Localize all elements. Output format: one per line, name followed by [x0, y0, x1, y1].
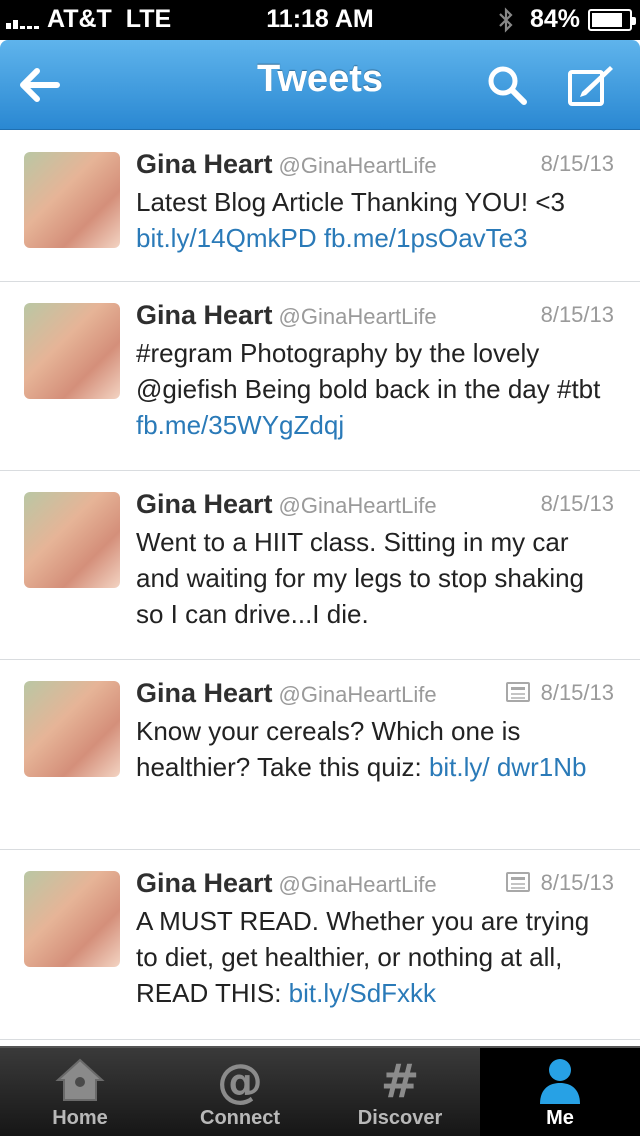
tweet-link[interactable]: bit.ly/ dwr1Nb [429, 752, 587, 782]
summary-card-icon [506, 872, 530, 892]
avatar[interactable] [24, 303, 120, 399]
status-right: 84% [496, 5, 636, 34]
battery-icon [588, 8, 636, 31]
tweet-body: Latest Blog Article Thanking YOU! <3 [136, 187, 566, 217]
tab-bar: Home @ Connect # Discover Me [0, 1046, 640, 1136]
hashtag-icon: # [380, 1054, 420, 1108]
tweet-text: A MUST READ. Whether you are trying to d… [136, 903, 618, 1011]
tweet-link[interactable]: bit.ly/14QmkPD fb.me/1psOavTe3 [136, 223, 528, 253]
tab-discover[interactable]: # Discover [320, 1048, 480, 1136]
battery-percent: 84% [529, 5, 580, 33]
tab-home[interactable]: Home [0, 1048, 160, 1136]
tab-discover-label: Discover [357, 1107, 443, 1129]
avatar[interactable] [24, 681, 120, 777]
tweet-author-name: Gina Heart [136, 678, 273, 708]
tweet-author-handle: @GinaHeartLife [278, 493, 437, 518]
battery-fill [592, 12, 623, 27]
tweet-header: Gina Heart @GinaHeartLife 8/15/13 [136, 678, 614, 710]
tweet-link[interactable]: bit.ly/SdFxkk [289, 978, 436, 1008]
tweet-author-name: Gina Heart [136, 489, 273, 519]
avatar[interactable] [24, 152, 120, 248]
tweet-row[interactable]: Gina Heart @GinaHeartLife 8/15/13 A MUST … [0, 850, 640, 1040]
compose-button[interactable] [566, 60, 616, 110]
tweet-header: Gina Heart @GinaHeartLife 8/15/13 [136, 868, 614, 900]
tweet-body: Went to a HIIT class. Sitting in my car … [136, 527, 585, 629]
tweet-body: #regram Photography by the lovely @giefi… [136, 338, 601, 404]
bluetooth-icon [499, 6, 513, 33]
tweet-row[interactable]: Gina Heart @GinaHeartLife 8/15/13 #regram… [0, 282, 640, 471]
tweet-row[interactable]: Gina Heart @GinaHeartLife 8/15/13 Latest … [0, 131, 640, 282]
tweet-text: Latest Blog Article Thanking YOU! <3 bit… [136, 184, 618, 256]
tweet-date: 8/15/13 [540, 870, 614, 895]
at-sign-icon: @ [217, 1054, 263, 1108]
tweet-author-handle: @GinaHeartLife [278, 153, 437, 178]
tweet-author-handle: @GinaHeartLife [278, 682, 437, 707]
avatar[interactable] [24, 871, 120, 967]
tweet-author-name: Gina Heart [136, 300, 273, 330]
tweet-author-handle: @GinaHeartLife [278, 304, 437, 329]
tweet-author-name: Gina Heart [136, 149, 273, 179]
tab-connect[interactable]: @ Connect [160, 1048, 320, 1136]
tweet-link[interactable]: fb.me/35WYgZdqj [136, 410, 344, 440]
status-bar: AT&T LTE 11:18 AM 84% [0, 0, 640, 40]
tweet-header: Gina Heart @GinaHeartLife 8/15/13 [136, 300, 614, 332]
tweet-date: 8/15/13 [540, 680, 614, 705]
tab-me[interactable]: Me [480, 1048, 640, 1136]
summary-card-icon [506, 682, 530, 702]
avatar[interactable] [24, 492, 120, 588]
person-icon [540, 1059, 580, 1104]
nav-bar: Tweets [0, 40, 640, 130]
tweet-date: 8/15/13 [540, 151, 614, 176]
tweet-author-name: Gina Heart [136, 868, 273, 898]
tab-connect-label: Connect [200, 1107, 280, 1129]
tweet-row[interactable]: Gina Heart @GinaHeartLife 8/15/13 Went to… [0, 471, 640, 660]
tweet-header: Gina Heart @GinaHeartLife 8/15/13 [136, 149, 614, 181]
page-title: Tweets [256, 58, 383, 100]
tweet-text: Know your cereals? Which one is healthie… [136, 713, 618, 785]
tweet-author-handle: @GinaHeartLife [278, 872, 437, 897]
home-icon [55, 1058, 105, 1101]
search-button[interactable] [482, 60, 532, 110]
tweet-date: 8/15/13 [540, 302, 614, 327]
tab-home-label: Home [52, 1107, 108, 1129]
tweet-row[interactable]: Gina Heart @GinaHeartLife 8/15/13 Know yo… [0, 660, 640, 850]
tweet-text: #regram Photography by the lovely @giefi… [136, 335, 618, 443]
tab-me-label: Me [546, 1107, 574, 1129]
tweet-date: 8/15/13 [540, 491, 614, 516]
compose-icon [568, 66, 613, 106]
tweet-text: Went to a HIIT class. Sitting in my car … [136, 524, 618, 632]
tweet-header: Gina Heart @GinaHeartLife 8/15/13 [136, 489, 614, 521]
tweet-list[interactable]: Gina Heart @GinaHeartLife 8/15/13 Latest … [0, 131, 640, 1046]
search-icon [488, 66, 527, 105]
